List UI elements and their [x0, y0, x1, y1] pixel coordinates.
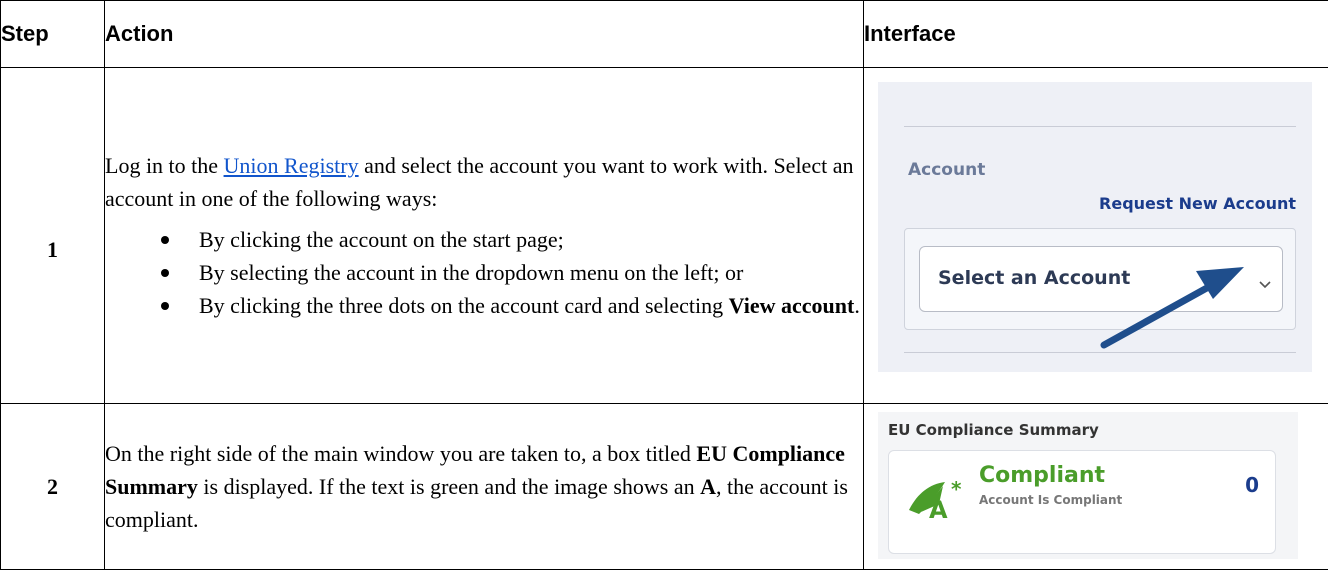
step-number: 1 [1, 68, 105, 404]
compliance-a-icon: A * [907, 476, 971, 526]
list-item-text: By clicking the three dots on the accoun… [199, 293, 729, 318]
union-registry-link[interactable]: Union Registry [224, 153, 359, 178]
compliance-status-subtext: Account Is Compliant [979, 493, 1122, 507]
step-number: 2 [1, 404, 105, 570]
compliance-count: 0 [1245, 473, 1259, 497]
svg-text:A: A [929, 496, 948, 522]
action-text: is displayed. If the text is green and t… [198, 474, 700, 499]
table-row: 1 Log in to the Union Registry and selec… [1, 68, 1328, 404]
view-account-bold: View account [729, 293, 855, 318]
header-step: Step [1, 1, 105, 68]
account-selector-panel: Account Request New Account Select an Ac… [878, 82, 1312, 372]
action-text: Log in to the [105, 153, 224, 178]
list-item: By selecting the account in the dropdown… [199, 256, 863, 289]
compliance-summary-title: EU Compliance Summary [888, 421, 1099, 439]
list-item: By clicking the account on the start pag… [199, 223, 863, 256]
list-item: By clicking the three dots on the accoun… [199, 289, 863, 322]
list-item-text: By selecting the account in the dropdown… [199, 260, 743, 285]
action-paragraph: On the right side of the main window you… [105, 437, 863, 536]
svg-text:*: * [951, 477, 962, 501]
action-paragraph: Log in to the Union Registry and select … [105, 149, 863, 215]
list-item-text: . [854, 293, 860, 318]
action-text: On the right side of the main window you… [105, 441, 696, 466]
grade-a-bold: A [700, 474, 716, 499]
table-header-row: Step Action Interface [1, 1, 1328, 68]
header-interface: Interface [864, 1, 1328, 68]
pointer-arrow-icon [878, 82, 1312, 372]
action-bullet-list: By clicking the account on the start pag… [105, 223, 863, 322]
bullet-icon [161, 236, 169, 244]
compliance-summary-panel: EU Compliance Summary A * Compliant Acco… [878, 412, 1298, 559]
bullet-icon [161, 302, 169, 310]
compliance-status: Compliant [979, 463, 1105, 488]
action-cell: Log in to the Union Registry and select … [105, 68, 864, 404]
table-row: 2 On the right side of the main window y… [1, 404, 1328, 570]
compliance-card[interactable]: A * Compliant Account Is Compliant 0 [888, 450, 1276, 554]
header-action: Action [105, 1, 864, 68]
interface-cell: EU Compliance Summary A * Compliant Acco… [864, 404, 1328, 570]
instruction-table: Step Action Interface 1 Log in to the Un… [0, 0, 1328, 570]
interface-cell: Account Request New Account Select an Ac… [864, 68, 1328, 404]
list-item-text: By clicking the account on the start pag… [199, 227, 564, 252]
bullet-icon [161, 269, 169, 277]
action-cell: On the right side of the main window you… [105, 404, 864, 570]
